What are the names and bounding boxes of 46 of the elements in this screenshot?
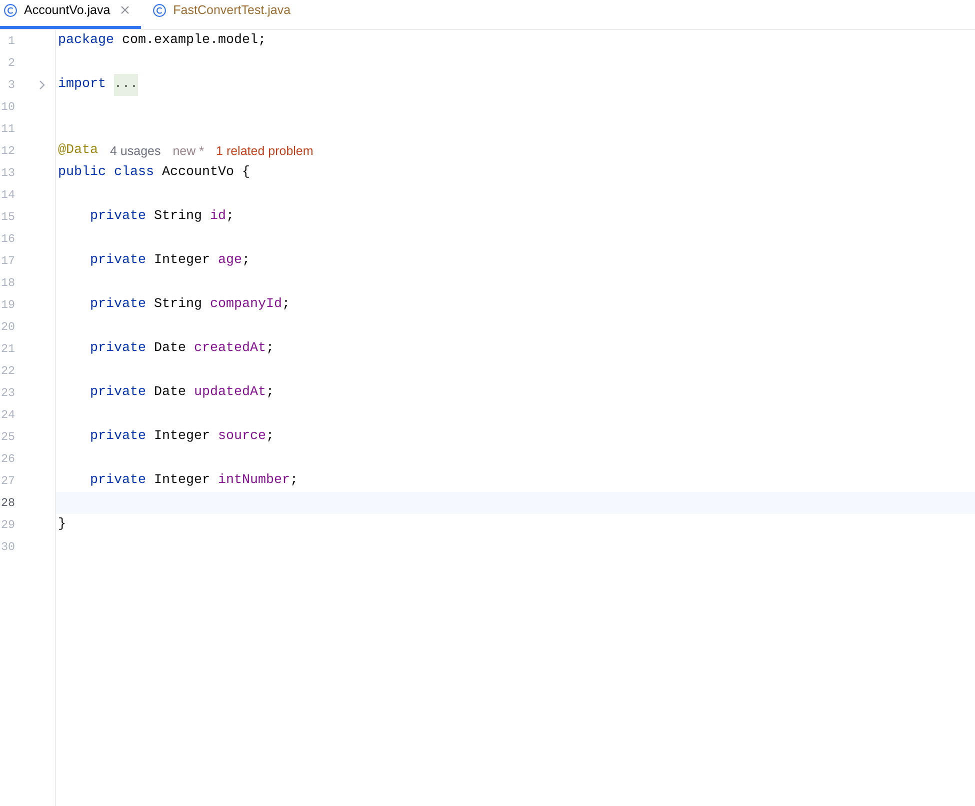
line-number: 12 [0,143,15,160]
code-line: private String id; [90,208,234,226]
line-number: 26 [0,451,15,468]
line-number: 23 [0,385,15,402]
line-number: 27 [0,473,15,490]
code-line: @Data [58,142,98,160]
code-line: import [58,76,106,94]
code-line: public class AccountVo { [58,164,250,182]
code-line: private Date updatedAt; [90,384,274,402]
line-number: 3 [6,77,15,94]
line-number: 22 [0,363,15,380]
code-line: private Integer age; [90,252,250,270]
code-line: } [58,516,66,534]
code-line: package com.example.model; [58,32,266,50]
line-number: 24 [0,407,15,424]
code-line: private String companyId; [90,296,290,314]
line-number: 15 [0,209,15,226]
code-line: private Integer intNumber; [90,472,298,490]
line-number: 11 [0,121,15,138]
class-icon [153,4,166,16]
line-number: 25 [0,429,15,446]
code-line: private Integer source; [90,428,274,446]
code-line: private Date createdAt; [90,340,274,358]
close-icon[interactable] [121,6,130,14]
line-number: 30 [0,539,15,556]
line-number: 17 [0,253,15,270]
fold-placeholder[interactable]: ... [114,74,138,96]
line-number: 29 [0,517,15,534]
class-icon [4,4,17,16]
line-number: 16 [0,231,15,248]
line-number: 19 [0,297,15,314]
problem-hint[interactable]: 1 related problem [216,143,314,159]
author-hint[interactable]: new * [172,143,204,159]
line-number: 20 [0,319,15,336]
file-tab[interactable]: FastConvertTest.java [141,0,303,29]
file-tab[interactable]: AccountVo.java [0,0,142,29]
line-number: 1 [6,33,15,50]
line-number: 10 [0,99,15,116]
chevron-icon[interactable] [39,80,45,90]
line-number: 28 [0,495,15,512]
line-number: 21 [0,341,15,358]
line-number: 13 [0,165,15,182]
line-number: 14 [0,187,15,204]
line-number: 2 [6,55,15,72]
usages-hint[interactable]: 4 usages [110,143,161,159]
line-number: 18 [0,275,15,292]
